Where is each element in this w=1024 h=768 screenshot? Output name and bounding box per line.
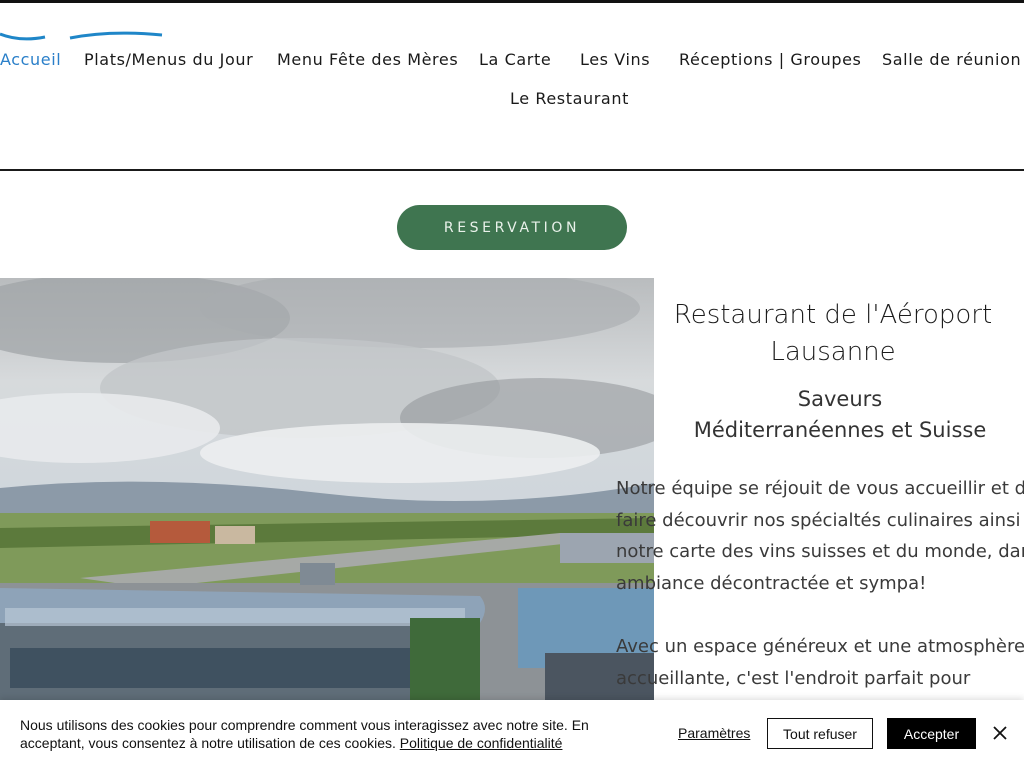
intro-paragraph-line: notre carte des vins suisses et du monde…	[616, 541, 1024, 562]
nav-item-accueil[interactable]: Accueil	[0, 50, 61, 69]
nav-item-plats-menus-du-jour[interactable]: Plats/Menus du Jour	[84, 50, 253, 69]
cookie-message: Nous utilisons des cookies pour comprend…	[20, 716, 630, 752]
main-navigation: Accueil Plats/Menus du Jour Menu Fête de…	[0, 0, 1024, 168]
intro-paragraph-line: Notre équipe se réjouit de vous accueill…	[616, 478, 1024, 499]
cuisine-subtitle-line1: Saveurs	[797, 387, 883, 411]
accept-button[interactable]: Accepter	[887, 718, 976, 749]
space-paragraph-line: Avec un espace généreux et une atmosphèr…	[616, 636, 1024, 657]
refuse-all-button[interactable]: Tout refuser	[767, 718, 873, 749]
header-divider	[0, 169, 1024, 171]
nav-item-salle-de-reunion[interactable]: Salle de réunion	[882, 50, 1021, 69]
intro-paragraph-line: ambiance décontractée et sympa!	[616, 572, 927, 594]
restaurant-title: Restaurant de l'Aéroport Lausanne	[660, 297, 1006, 371]
space-paragraph: Avec un espace généreux et une atmosphèr…	[616, 631, 1024, 694]
cookie-settings-link[interactable]: Paramètres	[678, 725, 750, 741]
cookie-banner: Nous utilisons des cookies pour comprend…	[0, 700, 1024, 768]
nav-item-la-carte[interactable]: La Carte	[479, 50, 551, 69]
airport-restaurant-photo	[0, 278, 654, 708]
privacy-policy-link[interactable]: Politique de confidentialité	[400, 735, 563, 751]
reservation-button[interactable]: RESERVATION	[397, 205, 627, 250]
intro-paragraph-line: faire découvrir nos spécialtés culinaire…	[616, 509, 1021, 531]
restaurant-title-line1: Restaurant de l'Aéroport	[673, 300, 993, 330]
cuisine-subtitle-line2: Méditerranéennes et Suisse	[693, 418, 987, 442]
cuisine-subtitle: Saveurs Méditerranéennes et Suisse	[670, 384, 1010, 446]
restaurant-title-line2: Lausanne	[770, 337, 896, 367]
nav-item-les-vins[interactable]: Les Vins	[580, 50, 650, 69]
nav-item-le-restaurant[interactable]: Le Restaurant	[510, 89, 629, 108]
nav-item-receptions-groupes[interactable]: Réceptions | Groupes	[679, 50, 861, 69]
space-paragraph-line: accueillante, c'est l'endroit parfait po…	[616, 667, 971, 689]
intro-paragraph: Notre équipe se réjouit de vous accueill…	[616, 473, 1024, 599]
close-icon[interactable]	[991, 724, 1009, 742]
nav-item-menu-fete-des-meres[interactable]: Menu Fête des Mères	[277, 50, 458, 69]
